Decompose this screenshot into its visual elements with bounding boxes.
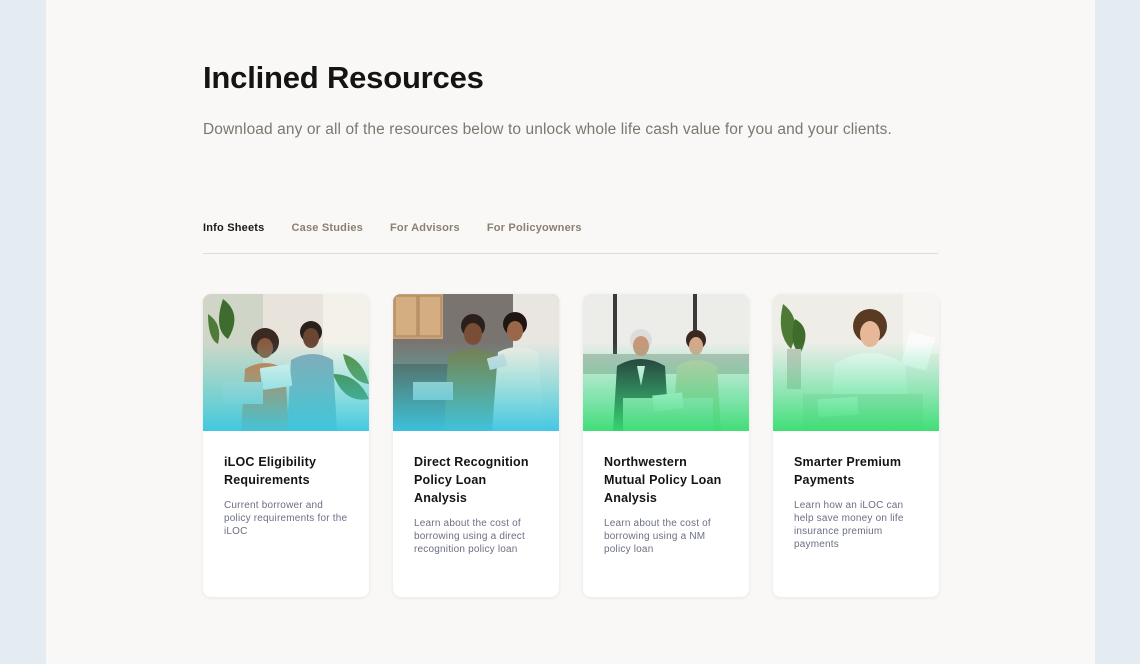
card-image-woman-paying-bills [773, 294, 939, 431]
card-image-couple-reviewing-tablet [393, 294, 559, 431]
card-title: Smarter Premium Payments [794, 455, 902, 487]
card-description: Learn about the cost of borrowing using … [414, 518, 525, 555]
tab-info-sheets[interactable]: Info Sheets [203, 222, 265, 253]
resource-tabs: Info Sheets Case Studies For Advisors Fo… [203, 222, 938, 254]
card-title: iLOC Eligibility Requirements [224, 455, 317, 487]
page-title: Inclined Resources [203, 60, 484, 95]
tab-case-studies[interactable]: Case Studies [292, 222, 363, 253]
page-container: Inclined Resources Download any or all o… [46, 0, 1095, 664]
resource-card-direct-recognition[interactable]: Direct Recognition Policy Loan Analysis … [393, 294, 559, 597]
resource-card-northwestern-mutual[interactable]: Northwestern Mutual Policy Loan Analysis… [583, 294, 749, 597]
card-title: Northwestern Mutual Policy Loan Analysis [604, 455, 722, 505]
tab-for-advisors[interactable]: For Advisors [390, 222, 460, 253]
card-title: Direct Recognition Policy Loan Analysis [414, 455, 529, 505]
card-description: Current borrower and policy requirements… [224, 500, 348, 537]
card-image-advisor-meeting [583, 294, 749, 431]
resource-card-iloc-eligibility[interactable]: iLOC Eligibility Requirements Current bo… [203, 294, 369, 597]
resource-card-smarter-premium[interactable]: Smarter Premium Payments Learn how an iL… [773, 294, 939, 597]
resource-cards: iLOC Eligibility Requirements Current bo… [203, 294, 943, 598]
card-image-couple-with-laptop [203, 294, 369, 431]
card-description: Learn how an iLOC can help save money on… [794, 500, 904, 550]
tab-for-policyowners[interactable]: For Policyowners [487, 222, 582, 253]
card-description: Learn about the cost of borrowing using … [604, 518, 711, 555]
page-subtitle: Download any or all of the resources bel… [203, 121, 892, 138]
